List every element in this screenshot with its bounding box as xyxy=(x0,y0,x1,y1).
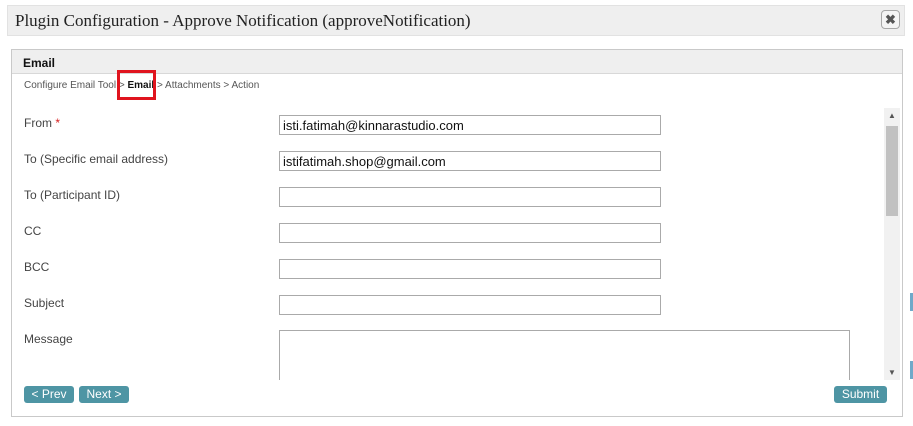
cc-field[interactable] xyxy=(279,223,661,243)
message-label: Message xyxy=(24,332,73,346)
to-email-label: To (Specific email address) xyxy=(24,152,169,166)
panel-title: Email xyxy=(23,56,56,70)
to-email-field[interactable] xyxy=(279,151,661,171)
submit-button[interactable]: Submit xyxy=(834,386,887,403)
prev-button[interactable]: < Prev xyxy=(24,386,74,403)
next-button[interactable]: Next > xyxy=(79,386,129,403)
required-marker: * xyxy=(55,116,61,130)
dialog-titlebar: Plugin Configuration - Approve Notificat… xyxy=(7,5,905,36)
to-participant-label: To (Participant ID) xyxy=(24,188,121,202)
bcc-label: BCC xyxy=(24,260,50,274)
form-area: From * To (Specific email address) To (P… xyxy=(12,108,884,380)
email-panel: Email Configure Email Tool > Email > Att… xyxy=(11,49,903,417)
scrollbar-thumb[interactable] xyxy=(886,126,898,216)
scroll-up-arrow-icon[interactable]: ▲ xyxy=(884,108,900,123)
cc-label: CC xyxy=(24,224,42,238)
dialog-title: Plugin Configuration - Approve Notificat… xyxy=(15,11,471,30)
breadcrumb-attachments[interactable]: Attachments xyxy=(165,80,221,91)
from-field[interactable] xyxy=(279,115,661,135)
bcc-field[interactable] xyxy=(279,259,661,279)
breadcrumb-action[interactable]: Action xyxy=(232,80,260,91)
breadcrumb-configure-email-tool[interactable]: Configure Email Tool xyxy=(24,80,116,91)
to-participant-field[interactable] xyxy=(279,187,661,207)
plugin-configuration-dialog: Plugin Configuration - Approve Notificat… xyxy=(2,0,906,426)
panel-footer: < Prev Next > Submit xyxy=(12,381,902,416)
breadcrumb-separator: > xyxy=(220,80,232,91)
highlight-box xyxy=(117,70,156,100)
subject-label: Subject xyxy=(24,296,65,310)
from-label: From * xyxy=(24,116,60,130)
close-icon[interactable]: ✖ xyxy=(881,10,900,29)
background-window-edge xyxy=(906,0,913,426)
from-label-text: From xyxy=(24,116,52,130)
form-scrollbar[interactable]: ▲ ▼ xyxy=(884,108,900,380)
scroll-down-arrow-icon[interactable]: ▼ xyxy=(884,365,900,380)
subject-field[interactable] xyxy=(279,295,661,315)
message-textarea[interactable] xyxy=(279,330,850,380)
